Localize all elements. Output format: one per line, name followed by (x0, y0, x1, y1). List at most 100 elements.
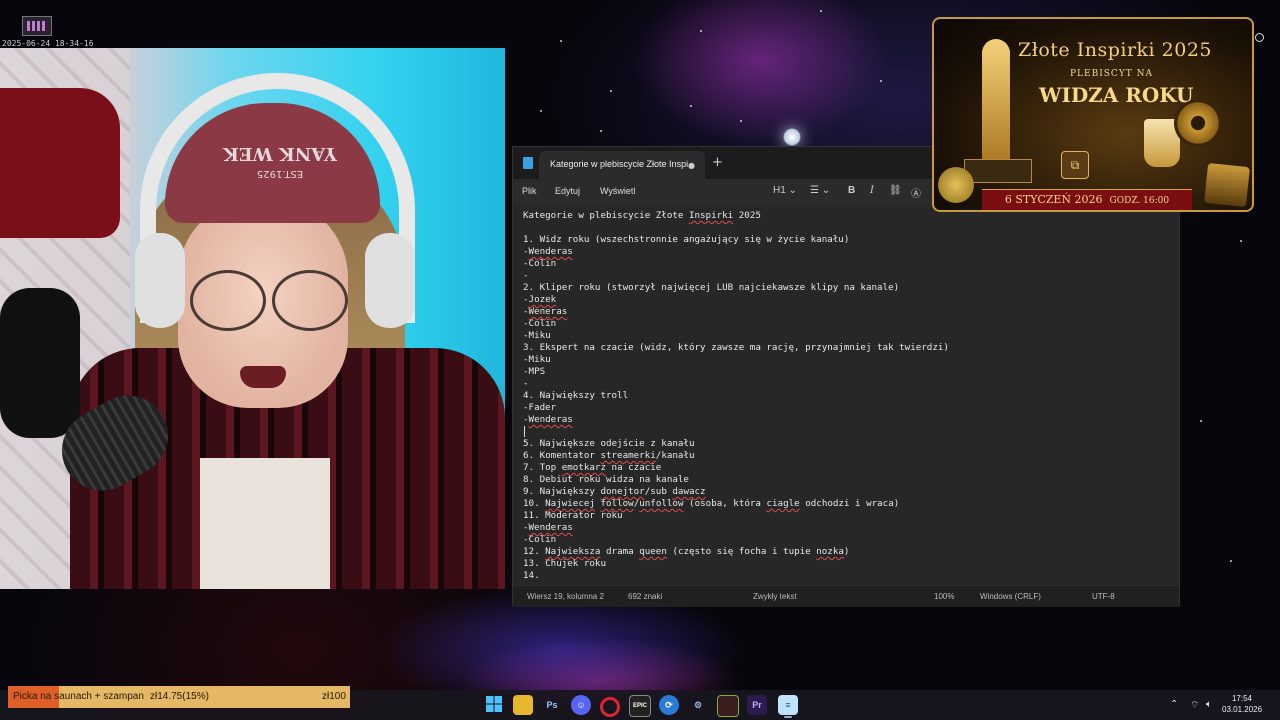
unsaved-dot-icon[interactable]: ● (688, 161, 695, 170)
misspelled-word: unfollow (639, 498, 684, 509)
text-editor[interactable]: Kategorie w plebiscycie Złote Inspirki 2… (513, 205, 1179, 585)
text-segment: 12. (523, 546, 546, 557)
cursor-position: Wiersz 19, kolumna 2 (527, 592, 604, 601)
new-tab-button[interactable]: + (712, 155, 723, 170)
menu-view[interactable]: Wyświetl (600, 186, 635, 196)
misspelled-word: Wenderas (528, 522, 573, 533)
misspelled-word: Weneras (528, 306, 568, 317)
clear-formatting-icon[interactable]: Ⓐ (911, 185, 921, 200)
editor-line: -Colin (523, 258, 556, 270)
wifi-icon[interactable]: ⌔ (1190, 699, 1199, 712)
event-banner: Złote Inspirki 2025 PLEBISCYT NA WIDZA R… (932, 17, 1254, 212)
donation-goal-bar: Picka na saunach + szampan zł14.75(15%) … (8, 686, 350, 708)
clock-date: 03.01.2026 (1222, 705, 1263, 714)
text-segment: 4. Największy troll (523, 390, 629, 401)
text-segment: 2025 (733, 210, 761, 221)
editor-line: -Wenderas (523, 246, 573, 258)
editor-line: 11. Moderator roku (523, 510, 623, 522)
bold-button[interactable]: B (848, 185, 855, 196)
banner-subtitle: PLEBISCYT NA (1070, 69, 1154, 79)
recording-timestamp: 2025-06-24 18-34-16 (2, 39, 94, 48)
text-segment: 14. (523, 570, 540, 581)
editor-line: -Colin (523, 318, 556, 330)
text-segment: (często się focha i tupie (666, 546, 817, 557)
menu-file[interactable]: Plik (522, 186, 537, 196)
misspelled-word: Najwiecej (545, 498, 595, 509)
document-tab[interactable]: Kategorie w plebiscycie Złote Inspi ● (539, 151, 705, 179)
editor-line: -Jozek (523, 294, 556, 306)
editor-line: -Fader (523, 402, 556, 414)
editor-line: 9. Największy donejtor/sub dawacz (523, 486, 706, 498)
encoding[interactable]: UTF-8 (1092, 592, 1115, 601)
editor-line: -Miku (523, 354, 551, 366)
text-segment: -Colin (523, 318, 557, 329)
editor-line: Kategorie w plebiscycie Złote Inspirki 2… (523, 210, 761, 222)
misspelled-word: Wenderas (528, 246, 573, 257)
italic-button[interactable]: I (870, 185, 874, 196)
text-segment: odchodzi i wraca) (799, 498, 900, 509)
heading-dropdown[interactable]: H1 ⌄ (773, 185, 797, 196)
char-count: 692 znaki (628, 592, 663, 601)
editor-line: -Wenderas (523, 522, 573, 534)
text-segment: na czacie (606, 462, 662, 473)
misspelled-word: queen (639, 546, 667, 557)
editor-line: - (523, 270, 529, 282)
editor-line: 3. Ekspert na czacie (widz, który zawsze… (523, 342, 949, 354)
goal-target: zł100 (322, 691, 346, 702)
editor-line: - (523, 378, 529, 390)
misspelled-word: Inspirki (688, 210, 734, 221)
zoom-level[interactable]: 100% (934, 592, 954, 601)
text-segment: 3. Ekspert na czacie (widz, który zawsze… (523, 342, 949, 353)
text-segment: /kanału (655, 450, 695, 461)
system-clock[interactable]: 17:54 03.01.2026 (1222, 693, 1262, 715)
epic-games-icon[interactable]: EPIC (629, 695, 651, 717)
text-segment: Kategorie w plebiscycie Złote (523, 210, 689, 221)
menu-edit[interactable]: Edytuj (555, 186, 580, 196)
misspelled-word: dawacz (672, 486, 706, 497)
webcam-feed: YANK WEK EST.1925 (0, 48, 505, 589)
text-segment: 10. (523, 498, 546, 509)
event-time: GODZ. 16:00 (1109, 196, 1170, 206)
text-segment: 6. Komentator (523, 450, 601, 461)
clock-time: 17:54 (1231, 694, 1253, 703)
editor-line: -Colin (523, 534, 556, 546)
misspelled-word: donejtor (600, 486, 645, 497)
editor-line: -Wenderas (523, 414, 573, 426)
list-dropdown-icon[interactable]: ☰ ⌄ (810, 185, 830, 196)
line-endings[interactable]: Windows (CRLF) (980, 592, 1041, 601)
opera-icon[interactable] (600, 697, 620, 717)
text-segment: 13. Chujek roku (523, 558, 606, 569)
vscode-icon[interactable]: ⟳ (659, 695, 679, 715)
frog-emote-icon (938, 167, 974, 203)
notepad-icon[interactable]: ≡ (778, 695, 798, 715)
text-caret (524, 426, 525, 437)
app-icon[interactable] (717, 695, 739, 717)
file-explorer-icon[interactable] (513, 695, 533, 715)
award-statue (982, 39, 1010, 169)
editor-line: -Miku (523, 330, 551, 342)
text-segment: (osoba, która (683, 498, 767, 509)
text-segment: drama (600, 546, 640, 557)
premiere-icon[interactable]: Pr (747, 695, 767, 715)
editor-line: 4. Największy troll (523, 390, 628, 402)
start-icon[interactable] (484, 695, 504, 715)
editor-line: 5. Największe odejście z kanału (523, 438, 694, 450)
misspelled-word: streamerki (600, 450, 656, 461)
film-reel-icon (1174, 99, 1222, 147)
heading-label: H1 (773, 185, 786, 196)
status-bar: Wiersz 19, kolumna 2 692 znaki Zwykły te… (513, 585, 1179, 607)
misspelled-word: ciagle (766, 498, 800, 509)
text-segment: -MPS (523, 366, 546, 377)
misspelled-word: emotkarz (561, 462, 606, 473)
date-ribbon: 6 STYCZEŃ 2026 GODZ. 16:00 (982, 189, 1192, 210)
tray-overflow-icon[interactable]: ⌃ (1170, 699, 1178, 710)
photoshop-icon[interactable]: Ps (542, 695, 562, 715)
steam-icon[interactable]: ⚙ (688, 695, 708, 715)
link-icon[interactable]: ⛓ (889, 185, 902, 196)
volume-icon[interactable]: 🔈︎ (1206, 699, 1212, 710)
event-date: 6 STYCZEŃ 2026 (1004, 193, 1103, 206)
editor-line: 2. Kliper roku (stworzył najwięcej LUB n… (523, 282, 899, 294)
discord-icon[interactable]: ☺ (571, 695, 591, 715)
editor-line: 10. Najwiecej follow/unfollow (osoba, kt… (523, 498, 899, 510)
text-segment: 5. Największe odejście z kanału (523, 438, 695, 449)
